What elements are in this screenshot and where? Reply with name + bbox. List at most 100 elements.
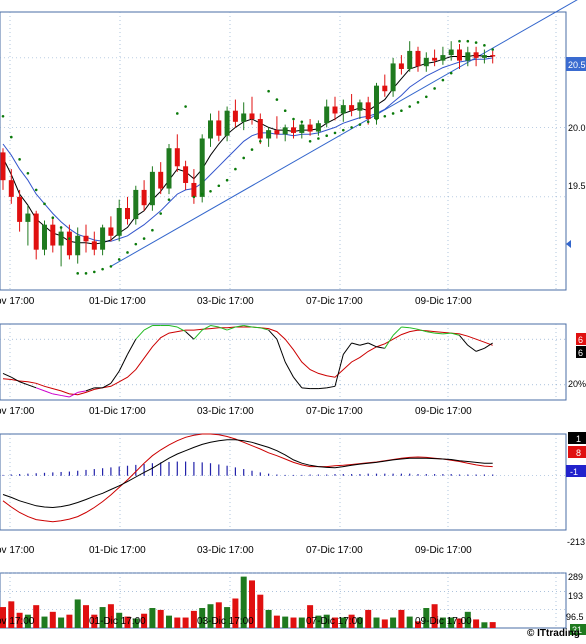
candle-body <box>133 189 139 220</box>
candle-body <box>291 127 296 133</box>
volume-bar <box>282 616 289 628</box>
parabolic-sar-dot <box>408 105 412 108</box>
candle-body <box>415 50 421 67</box>
volume-bar <box>49 611 56 628</box>
parabolic-sar-dot <box>184 105 187 108</box>
candle-body <box>158 171 164 189</box>
volume-bar <box>265 609 272 628</box>
parabolic-sar-dot <box>101 267 104 271</box>
candle-body <box>125 207 130 220</box>
parabolic-sar-dot <box>441 78 445 82</box>
parabolic-sar-dot <box>283 109 287 112</box>
time-label: 09-Dic 17:00 <box>415 296 472 307</box>
parabolic-sar-dot <box>126 251 129 254</box>
candle-body <box>473 52 479 58</box>
chart-area: ov 17:00 01-Dic 17:00 03-Dic 17:00 07-Di… <box>0 0 586 644</box>
parabolic-sar-dot <box>275 98 279 101</box>
last-price-label: 20.5 <box>568 60 586 70</box>
time-label: ov 17:00 <box>0 296 35 307</box>
parabolic-sar-dot <box>151 228 154 232</box>
parabolic-sar-dot <box>209 190 212 193</box>
trading-chart: ov 17:00 01-Dic 17:00 03-Dic 17:00 07-Di… <box>0 0 586 639</box>
parabolic-sar-dot <box>425 95 428 99</box>
parabolic-sar-dot <box>167 198 171 201</box>
parabolic-sar-dot <box>259 139 262 143</box>
parabolic-sar-dot <box>375 117 378 121</box>
volume-bar <box>398 609 405 628</box>
candle-body <box>224 110 230 136</box>
time-label: 03-Dic 17:00 <box>197 545 254 556</box>
time-label: 09-Dic 17:00 <box>415 406 472 417</box>
parabolic-sar-dot <box>1 114 5 118</box>
time-label: 01-Dic 17:00 <box>89 406 146 417</box>
time-label: 07-Dic 17:00 <box>306 616 363 627</box>
candle-body <box>307 124 313 132</box>
stoch-d-label: 6 <box>578 348 583 358</box>
candle-body <box>166 148 172 189</box>
parabolic-sar-dot <box>267 89 270 93</box>
parabolic-sar-dot <box>84 272 88 275</box>
parabolic-sar-dot <box>159 212 162 215</box>
volume-bar <box>373 617 380 628</box>
candle-body <box>208 120 213 139</box>
time-label: 03-Dic 17:00 <box>197 406 254 417</box>
volume-bar <box>149 608 156 628</box>
candle-body <box>75 235 81 256</box>
volume-bar <box>182 617 189 628</box>
volume-bar <box>166 615 172 628</box>
candle-body <box>390 63 396 92</box>
candle-body <box>249 113 255 120</box>
macd-hist-label: -1 <box>570 467 578 477</box>
volume-bar <box>381 619 388 628</box>
parabolic-sar-dot <box>18 158 21 161</box>
volume-bar <box>406 616 413 628</box>
parabolic-sar-dot <box>350 126 353 129</box>
candle-body <box>448 49 454 56</box>
parabolic-sar-dot <box>225 178 229 182</box>
candle-body <box>282 127 288 135</box>
candle-body <box>332 106 338 114</box>
volume-bar <box>473 619 480 628</box>
candle-body <box>0 152 6 181</box>
time-label: 01-Dic 17:00 <box>89 545 146 556</box>
parabolic-sar-dot <box>34 188 38 192</box>
parabolic-sar-dot <box>483 44 486 47</box>
parabolic-sar-dot <box>192 195 196 199</box>
parabolic-sar-dot <box>317 137 320 140</box>
parabolic-sar-dot <box>300 120 304 124</box>
candle-body <box>241 113 247 122</box>
parabolic-sar-dot <box>366 120 370 124</box>
volume-bar <box>481 622 488 628</box>
volume-bar <box>489 622 496 628</box>
candle-body <box>365 102 371 120</box>
parabolic-sar-dot <box>76 272 79 275</box>
candle-body <box>50 224 56 246</box>
candle-body <box>423 57 429 67</box>
candle-body <box>17 196 23 222</box>
candle-body <box>66 231 72 256</box>
volume-bar <box>174 617 181 628</box>
candle-body <box>174 148 180 167</box>
time-label: 03-Dic 17:00 <box>197 616 254 627</box>
stoch-k-label: 6 <box>578 335 583 345</box>
parabolic-sar-dot <box>491 48 495 51</box>
candle-body <box>108 227 114 236</box>
time-label: 09-Dic 17:00 <box>415 545 472 556</box>
volume-bar <box>157 609 164 628</box>
candle-body <box>324 106 330 124</box>
parabolic-sar-dot <box>474 41 478 44</box>
parabolic-sar-dot <box>242 156 245 160</box>
candle-body <box>183 166 189 183</box>
candle-body <box>266 130 272 139</box>
parabolic-sar-dot <box>10 135 13 139</box>
parabolic-sar-dot <box>200 192 204 196</box>
volume-bar <box>257 594 264 628</box>
volume-tick: 289 <box>568 572 583 582</box>
parabolic-sar-dot <box>26 171 30 175</box>
candle-body <box>374 85 379 120</box>
parabolic-sar-dot <box>109 265 113 268</box>
parabolic-sar-dot <box>59 226 63 229</box>
parabolic-sar-dot <box>433 87 436 90</box>
candle-body <box>274 130 280 135</box>
candle-body <box>8 180 14 197</box>
